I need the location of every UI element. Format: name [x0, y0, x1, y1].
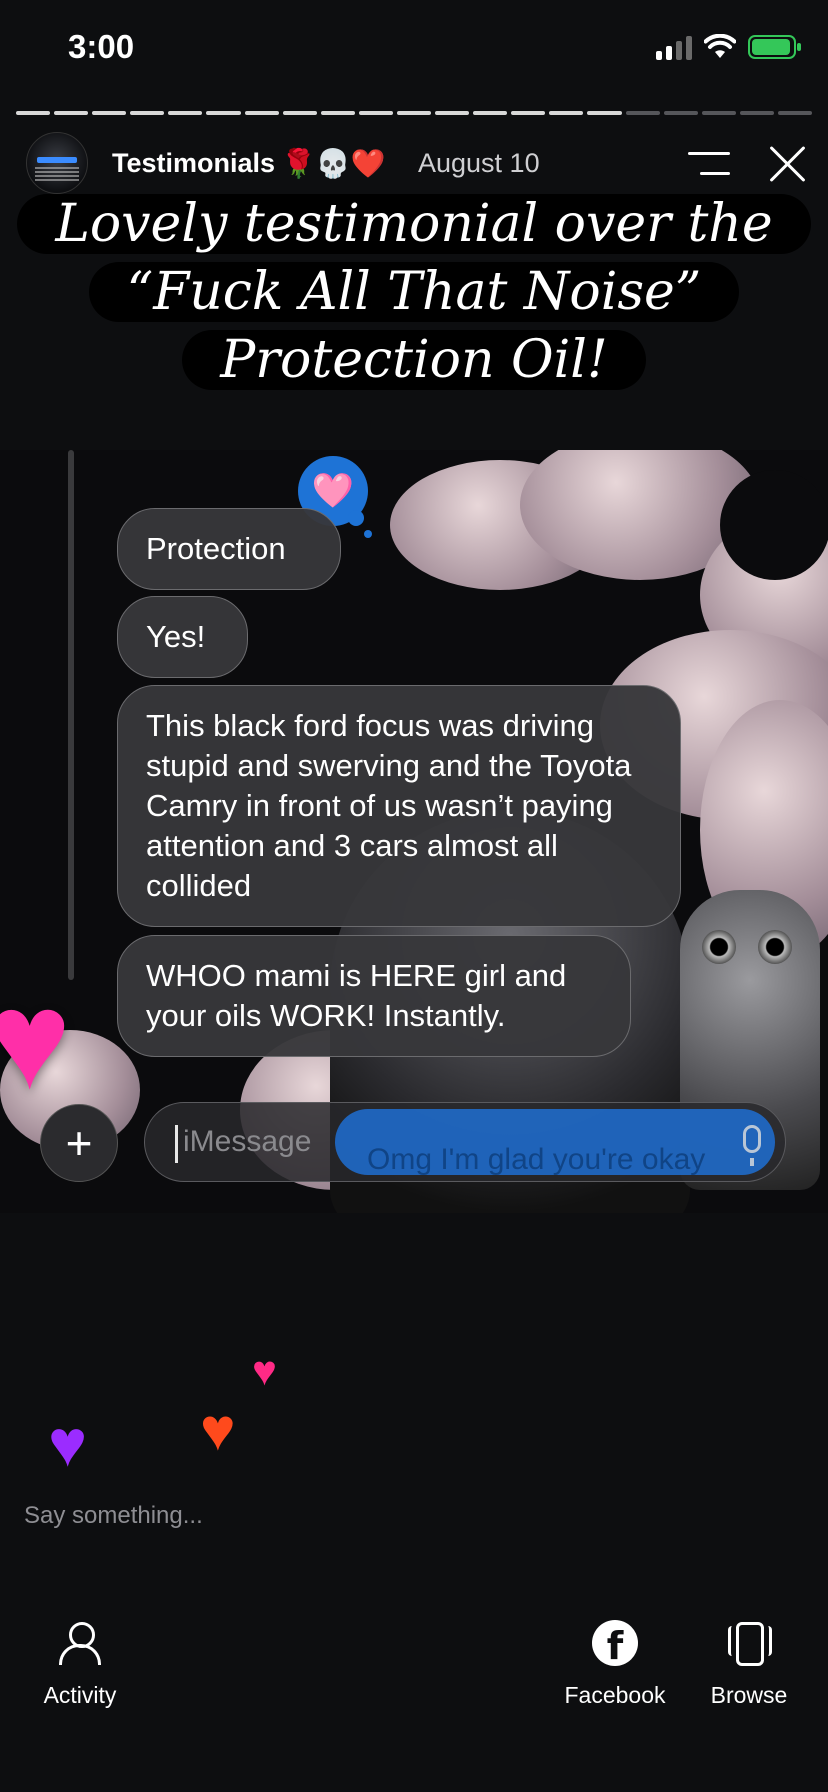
- nav-browse-label: Browse: [710, 1682, 788, 1708]
- story-progress-segment: [358, 111, 393, 115]
- story-progress-segment: [663, 111, 698, 115]
- caption-line: Lovely testimonial over the: [0, 190, 828, 258]
- nav-facebook[interactable]: f Facebook: [562, 1620, 668, 1709]
- story-progress-bar: [16, 111, 812, 115]
- more-menu-icon[interactable]: [686, 152, 730, 178]
- text-cursor: [175, 1125, 178, 1163]
- browse-icon: [726, 1620, 772, 1666]
- story-caption: Lovely testimonial over the “Fuck All Th…: [0, 190, 828, 394]
- reply-input[interactable]: Say something...: [24, 1502, 203, 1530]
- floating-heart-icon: ♥: [200, 1396, 236, 1463]
- status-icons: [656, 34, 801, 60]
- story-progress-segment: [16, 111, 51, 115]
- message-bubble: Protection: [117, 508, 341, 590]
- caption-line: “Fuck All That Noise”: [0, 258, 828, 326]
- message-bubble: This black ford focus was driving stupid…: [117, 685, 681, 927]
- story-progress-segment: [130, 111, 165, 115]
- cellular-signal-icon: [656, 34, 692, 60]
- facebook-icon: f: [592, 1620, 638, 1666]
- battery-charging-icon: [748, 35, 801, 59]
- status-time: 3:00: [68, 28, 135, 65]
- nav-facebook-label: Facebook: [564, 1682, 666, 1708]
- story-progress-segment: [92, 111, 127, 115]
- big-heart-reaction-icon: ♥: [0, 961, 72, 1118]
- imessage-input[interactable]: Omg I'm glad you're okay iMessage: [144, 1102, 786, 1182]
- story-progress-segment: [511, 111, 546, 115]
- story-progress-segment: [282, 111, 317, 115]
- caption-line: Protection Oil!: [0, 326, 828, 394]
- tapback-tail: [364, 530, 372, 538]
- close-icon[interactable]: [766, 142, 810, 186]
- wifi-icon: [704, 34, 736, 58]
- account-name-row[interactable]: Testimonials 🌹💀❤️: [112, 147, 386, 180]
- message-bubble: WHOO mami is HERE girl and your oils WOR…: [117, 935, 631, 1057]
- account-avatar[interactable]: [26, 132, 88, 194]
- message-bubble: Yes!: [117, 596, 248, 678]
- story-progress-segment: [701, 111, 736, 115]
- microphone-icon[interactable]: [743, 1125, 761, 1166]
- nav-activity-label: Activity: [43, 1682, 117, 1708]
- nav-browse[interactable]: Browse: [708, 1620, 790, 1709]
- ghost-text: Omg I'm glad you're okay: [367, 1143, 706, 1176]
- nav-activity[interactable]: Activity: [40, 1620, 120, 1709]
- story-progress-segment: [206, 111, 241, 115]
- story-progress-segment: [777, 111, 812, 115]
- story-progress-segment: [473, 111, 508, 115]
- floating-heart-icon: ♥: [48, 1406, 88, 1480]
- story-progress-segment: [54, 111, 89, 115]
- imessage-placeholder: iMessage: [183, 1125, 312, 1158]
- thread-line: [68, 450, 74, 980]
- story-progress-segment: [168, 111, 203, 115]
- story-progress-segment: [435, 111, 470, 115]
- story-progress-segment: [244, 111, 279, 115]
- account-name[interactable]: Testimonials: [112, 148, 275, 179]
- account-emojis: 🌹💀❤️: [281, 148, 386, 179]
- story-progress-segment: [549, 111, 584, 115]
- tapback-tail: [348, 510, 364, 526]
- story-progress-segment: [625, 111, 660, 115]
- story-date: August 10: [418, 148, 540, 178]
- story-progress-segment: [739, 111, 774, 115]
- story-progress-segment: [587, 111, 622, 115]
- story-progress-segment: [396, 111, 432, 115]
- activity-icon: [57, 1620, 103, 1666]
- story-progress-segment: [320, 111, 355, 115]
- floating-heart-icon: ♥: [252, 1347, 277, 1394]
